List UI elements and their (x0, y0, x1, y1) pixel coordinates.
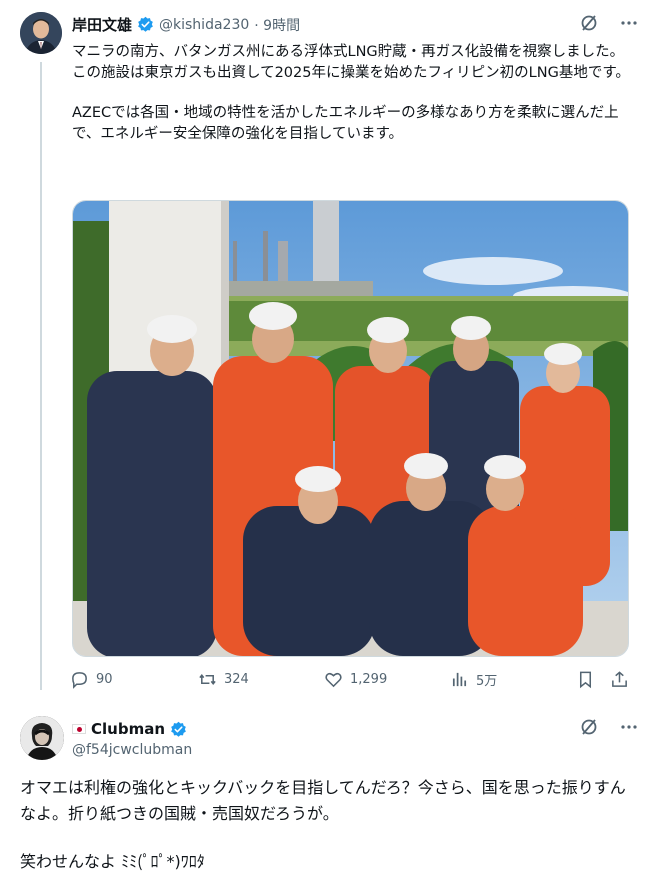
reply-display-name[interactable]: Clubman (91, 720, 165, 738)
like-button[interactable]: 1,299 (324, 670, 387, 689)
reply-text-last-line: 笑わせんなよ ﾐﾐ(ﾟﾛﾟ*)ﾜﾛﾀ (20, 852, 205, 871)
verified-badge-icon (171, 721, 186, 737)
clubman-avatar[interactable] (20, 716, 64, 760)
reply-text: オマエは利権の強化とキックバックを目指してんだろ？今さら、国を思った振りすんなよ… (20, 778, 626, 823)
post-author-row: 岸田文雄 @kishida230 · 9時間 (72, 14, 300, 35)
post-top-actions (578, 12, 640, 34)
post-action-bar: 90 324 1,299 5万 (70, 670, 630, 694)
share-button[interactable] (610, 670, 629, 689)
post-text-line: この施設は東京ガスも出資して2025年に操業を始めたフィリピン初のLNG基地です… (72, 64, 630, 81)
views-icon (452, 672, 467, 687)
reply-top-actions (578, 716, 640, 738)
reply-icon (72, 672, 87, 689)
grok-icon[interactable] (578, 716, 600, 738)
thread-connector-line (40, 62, 42, 690)
more-icon[interactable] (618, 12, 640, 34)
reply-author-row: Clubman (72, 720, 187, 738)
post-text-line: AZECでは各国・地域の特性を活かしたエネルギーの多様なあり方を柔軟に選んだ上で… (72, 105, 619, 142)
post-timestamp[interactable]: · 9時間 (254, 15, 300, 35)
reply-handle[interactable]: @f54jcwclubman (72, 742, 192, 758)
like-icon (325, 672, 342, 688)
post-text: マニラの南方、バタンガス州にある浮体式LNG貯蔵・再ガス化設備を視察しました。 … (72, 42, 632, 144)
verified-badge-icon (138, 16, 153, 32)
grok-icon[interactable] (578, 12, 600, 34)
post-photo[interactable] (72, 200, 629, 657)
post-display-name[interactable]: 岸田文雄 (72, 14, 132, 35)
views-count: 5万 (476, 674, 498, 689)
bookmark-button[interactable] (576, 670, 595, 689)
post-handle[interactable]: @kishida230 (159, 17, 249, 33)
reply-button[interactable]: 90 (70, 670, 113, 689)
reply-count: 90 (96, 672, 113, 687)
repost-button[interactable]: 324 (198, 670, 249, 689)
like-count: 1,299 (350, 672, 388, 687)
repost-count: 324 (224, 672, 249, 687)
more-icon[interactable] (618, 716, 640, 738)
japan-flag-icon (72, 724, 86, 734)
bookmark-icon (579, 671, 592, 689)
post-text-line: マニラの南方、バタンガス州にある浮体式LNG貯蔵・再ガス化設備を視察しました。 (72, 44, 625, 60)
repost-icon (199, 674, 216, 685)
share-icon (612, 671, 627, 687)
kishida-avatar[interactable] (20, 12, 62, 54)
views-button[interactable]: 5万 (450, 670, 497, 689)
